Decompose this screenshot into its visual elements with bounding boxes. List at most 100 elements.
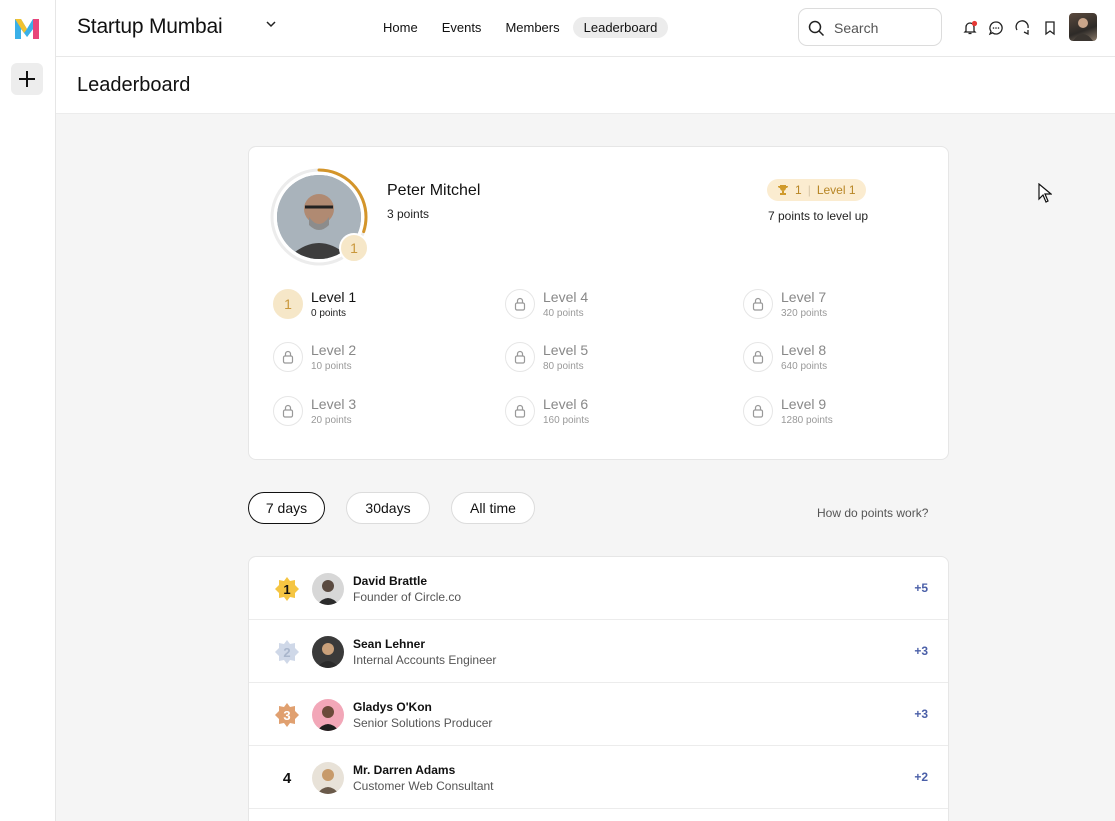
member-role: Internal Accounts Engineer — [353, 653, 497, 667]
rank-number: 1 — [283, 581, 291, 597]
messages-icon[interactable] — [1014, 20, 1030, 36]
member-avatar[interactable] — [312, 762, 344, 794]
rank-badge: 2 — [273, 639, 301, 665]
level-name: Level 9 — [781, 396, 827, 412]
lock-icon — [282, 404, 294, 418]
filter-all-time[interactable]: All time — [451, 492, 535, 524]
level-name: Level 1 — [311, 289, 357, 305]
add-community-button[interactable] — [11, 63, 43, 95]
level-item: Level 7 320 points — [743, 289, 943, 329]
lock-icon — [282, 350, 294, 364]
member-avatar[interactable] — [312, 699, 344, 731]
level-lock-badge — [273, 342, 303, 372]
chevron-down-icon[interactable] — [264, 17, 278, 31]
member-points: +3 — [914, 644, 928, 658]
leaderboard-row[interactable]: 1 David Brattle Founder of Circle.co +5 — [249, 557, 948, 620]
level-number-badge: 1 — [273, 289, 303, 319]
pill-separator: | — [807, 183, 811, 197]
leaderboard-row[interactable]: 3 Gladys O'Kon Senior Solutions Producer +3 — [249, 683, 948, 746]
member-avatar[interactable] — [312, 573, 344, 605]
level-points: 320 points — [781, 308, 828, 319]
level-item: Level 4 40 points — [505, 289, 705, 329]
level-name: Level 3 — [311, 396, 357, 412]
search-placeholder: Search — [834, 20, 879, 36]
bell-icon[interactable] — [962, 20, 978, 36]
level-name: Level 8 — [781, 342, 827, 358]
level-item: Level 5 80 points — [505, 342, 705, 382]
level-points: 1280 points — [781, 415, 833, 426]
points-to-level-up: 7 points to level up — [768, 209, 869, 223]
nav-home[interactable]: Home — [372, 17, 429, 38]
filter-30-days[interactable]: 30days — [346, 492, 430, 524]
filter-7-days[interactable]: 7 days — [248, 492, 325, 524]
level-points: 640 points — [781, 361, 828, 372]
left-rail — [0, 0, 56, 821]
bookmark-icon[interactable] — [1042, 20, 1058, 36]
level-name: Level 7 — [781, 289, 827, 305]
member-name[interactable]: David Brattle — [353, 574, 427, 588]
member-role: Customer Web Consultant — [353, 779, 494, 793]
lock-icon — [752, 350, 764, 364]
nav-members[interactable]: Members — [494, 17, 570, 38]
rank-badge: 1 — [273, 576, 301, 602]
profile-card: 1 Peter Mitchel 3 points 1 | Level 1 7 p… — [248, 146, 949, 460]
member-name[interactable]: Mr. Darren Adams — [353, 763, 455, 777]
level-points: 0 points — [311, 308, 347, 319]
pill-level: Level 1 — [816, 183, 856, 197]
member-points: +2 — [914, 770, 928, 784]
level-name: Level 6 — [543, 396, 589, 412]
level-item: Level 3 20 points — [273, 396, 473, 436]
level-points: 80 points — [543, 361, 584, 372]
level-points: 40 points — [543, 308, 584, 319]
level-lock-badge — [743, 289, 773, 319]
level-points: 20 points — [311, 415, 352, 426]
member-photo-icon — [312, 762, 344, 794]
how-points-work-link[interactable]: How do points work? — [817, 506, 928, 520]
main-nav: Home Events Members Leaderboard — [372, 17, 670, 38]
level-points: 10 points — [311, 361, 352, 372]
rank-number: 3 — [283, 707, 291, 723]
leaderboard-row[interactable]: 4 Mr. Darren Adams Customer Web Consultant… — [249, 746, 948, 809]
page-title: Leaderboard — [77, 74, 191, 96]
nav-leaderboard[interactable]: Leaderboard — [572, 17, 669, 38]
level-lock-badge — [273, 396, 303, 426]
member-photo-icon — [312, 699, 344, 731]
user-avatar[interactable] — [1069, 13, 1097, 41]
leaderboard-row[interactable]: 2 Sean Lehner Internal Accounts Engineer +3 — [249, 620, 948, 683]
member-photo-icon — [312, 636, 344, 668]
member-role: Founder of Circle.co — [353, 590, 462, 604]
pill-rank: 1 — [795, 183, 802, 197]
member-name[interactable]: Gladys O'Kon — [353, 700, 432, 714]
search-input[interactable]: Search — [798, 8, 942, 46]
lock-icon — [514, 404, 526, 418]
leaderboard-list: 1 David Brattle Founder of Circle.co +5 2 Sea… — [248, 556, 949, 821]
member-avatar[interactable] — [312, 636, 344, 668]
level-lock-badge — [505, 342, 535, 372]
member-photo-icon — [312, 573, 344, 605]
lock-icon — [514, 297, 526, 311]
profile-level-badge: 1 — [339, 233, 369, 263]
page-header: Leaderboard — [56, 57, 1115, 114]
nav-events[interactable]: Events — [431, 17, 493, 38]
level-item: Level 2 10 points — [273, 342, 473, 382]
community-name[interactable]: Startup Mumbai — [77, 15, 223, 39]
member-points: +5 — [914, 581, 928, 595]
profile-name: Peter Mitchel — [387, 182, 481, 199]
lock-icon — [752, 297, 764, 311]
level-name: Level 2 — [311, 342, 357, 358]
search-icon — [808, 20, 825, 37]
member-role: Senior Solutions Producer — [353, 716, 493, 730]
chat-icon[interactable] — [988, 20, 1004, 36]
plus-icon — [19, 71, 35, 87]
profile-points: 3 points — [387, 207, 430, 221]
lock-icon — [752, 404, 764, 418]
user-photo-icon — [1073, 18, 1093, 41]
level-lock-badge — [743, 342, 773, 372]
level-name: Level 5 — [543, 342, 589, 358]
top-bar: Startup Mumbai Home Events Members Leade… — [56, 0, 1115, 57]
level-lock-badge — [743, 396, 773, 426]
community-logo-icon[interactable] — [13, 15, 41, 41]
trophy-icon — [778, 185, 788, 195]
level-pill: 1 | Level 1 — [767, 179, 866, 201]
member-name[interactable]: Sean Lehner — [353, 637, 425, 651]
